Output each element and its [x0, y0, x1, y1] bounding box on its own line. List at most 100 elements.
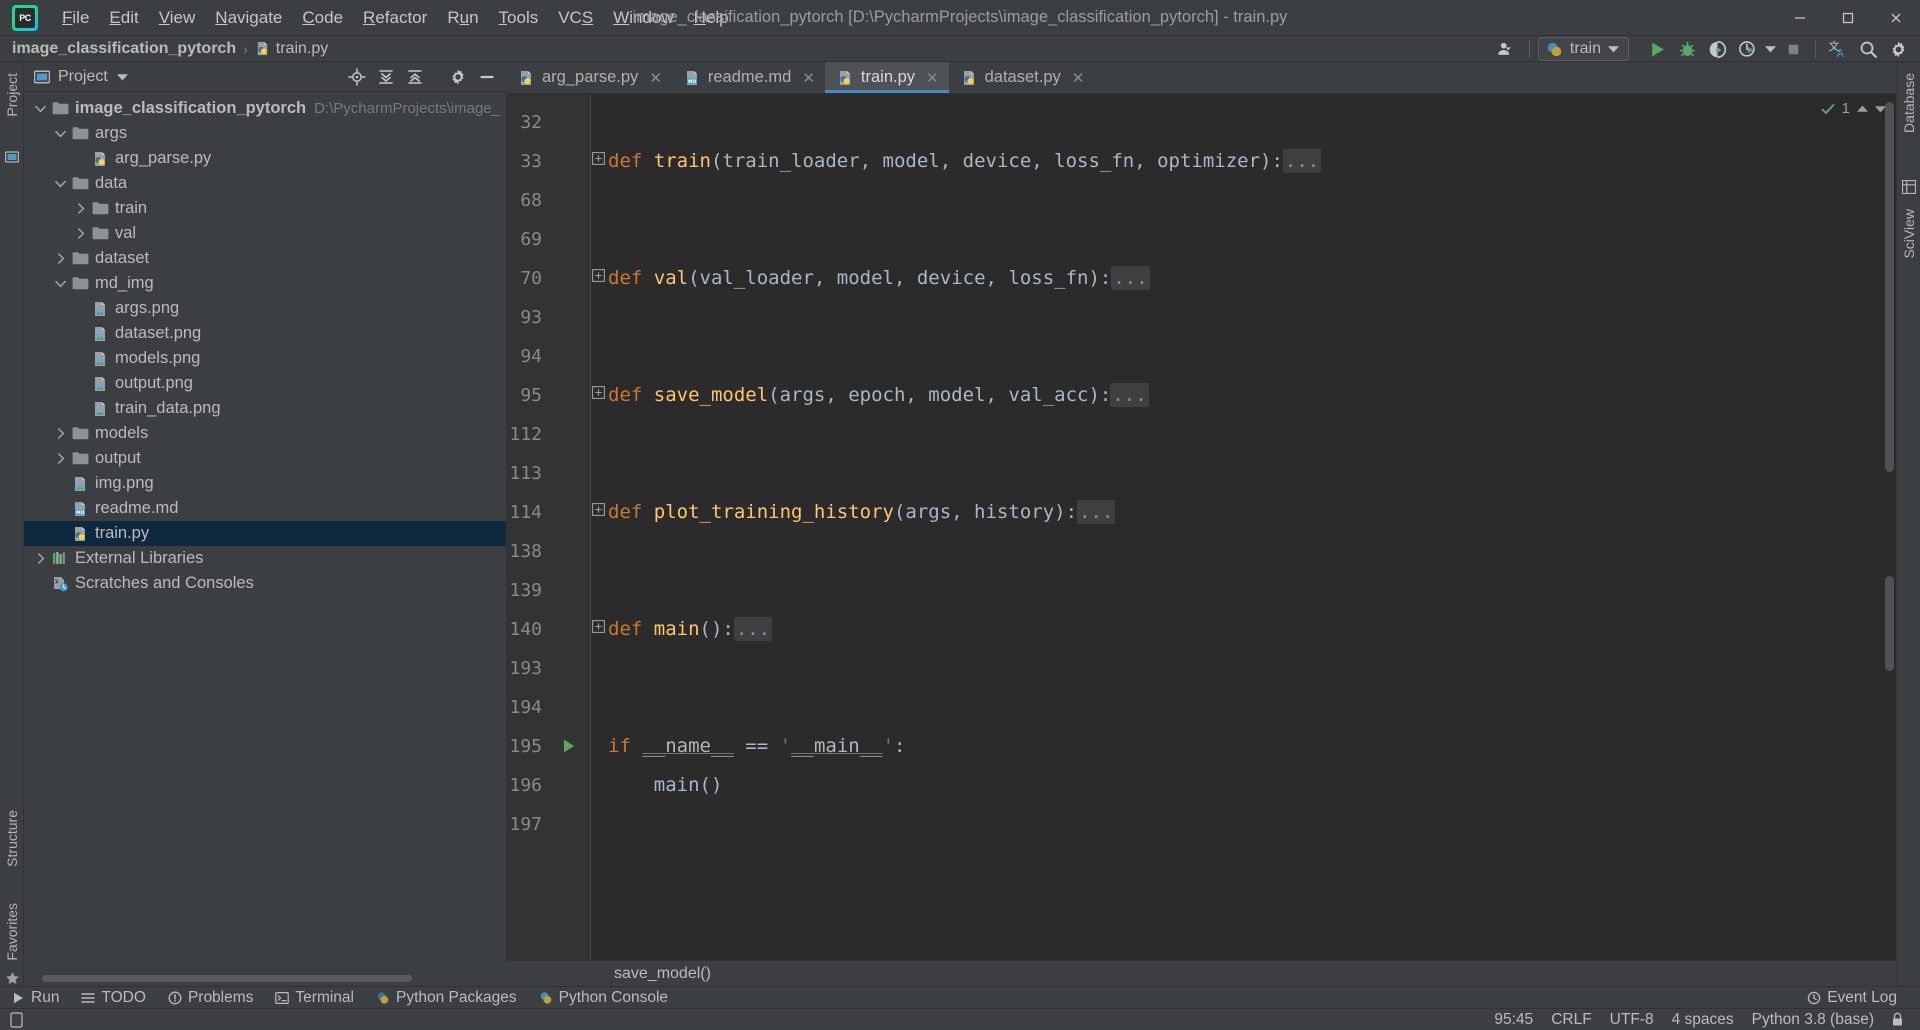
chevron-down-icon[interactable] [52, 180, 69, 188]
chevron-down-icon[interactable] [52, 280, 69, 288]
stripe-tab-project[interactable]: Project [0, 66, 24, 124]
chevron-right-icon[interactable] [72, 228, 89, 239]
fold-toggle-icon[interactable] [592, 503, 605, 516]
editor-tab-arg-parse-py[interactable]: arg_parse.py ✕ [506, 62, 672, 93]
tree-node-img-png[interactable]: img.png [24, 471, 506, 496]
stripe-tab-database[interactable]: Database [1897, 66, 1920, 140]
file-encoding[interactable]: UTF-8 [1601, 1009, 1663, 1030]
tree-node-dataset[interactable]: dataset [24, 246, 506, 271]
coverage-icon[interactable] [1703, 37, 1731, 61]
event-log-button[interactable]: Event Log [1796, 987, 1908, 1009]
project-tree[interactable]: image_classification_pytorch D:\PycharmPr… [24, 92, 506, 986]
tree-node-data[interactable]: data [24, 171, 506, 196]
maximize-button[interactable] [1824, 0, 1872, 36]
chevron-right-icon[interactable] [72, 203, 89, 214]
menu-tools[interactable]: Tools [489, 5, 549, 31]
menu-help[interactable]: Help [684, 5, 739, 31]
code-line[interactable]: def save_model(args, epoch, model, val_a… [608, 383, 1149, 407]
menu-run[interactable]: Run [437, 5, 488, 31]
code-line[interactable]: if __name__ == '__main__': [608, 737, 905, 756]
profile-icon[interactable] [1733, 37, 1761, 61]
project-horizontal-scrollbar[interactable] [24, 972, 506, 984]
editor-tab-train-py[interactable]: train.py ✕ [824, 62, 949, 93]
user-account-icon[interactable] [1493, 37, 1521, 61]
expand-all-icon[interactable] [373, 65, 399, 89]
menu-vcs[interactable]: VCS [548, 5, 603, 31]
menu-code[interactable]: Code [292, 5, 353, 31]
stripe-tab-sciview[interactable]: SciView [1897, 202, 1920, 266]
code-line[interactable]: main() [608, 776, 723, 795]
memory-indicator-icon[interactable] [0, 1009, 32, 1030]
tree-node-output[interactable]: output [24, 446, 506, 471]
tree-node-image-classification-pytorch[interactable]: image_classification_pytorch D:\PycharmPr… [24, 96, 506, 121]
locate-icon[interactable] [344, 65, 370, 89]
close-button[interactable] [1872, 0, 1920, 36]
debug-icon[interactable] [1673, 37, 1701, 61]
code-line[interactable]: def train(train_loader, model, device, l… [608, 149, 1322, 173]
profile-dropdown-icon[interactable] [1763, 37, 1777, 61]
run-configuration-selector[interactable]: train [1537, 37, 1629, 61]
editor-vertical-scrollbar[interactable] [1885, 96, 1894, 958]
gear-icon[interactable] [445, 65, 471, 89]
code-line[interactable]: def val(val_loader, model, device, loss_… [608, 266, 1150, 290]
tree-node-val[interactable]: val [24, 221, 506, 246]
code-editor[interactable]: 32 33 68 69 70 93 94 95 112 113 114 138 139 140 193 194… [506, 94, 1896, 960]
python-interpreter[interactable]: Python 3.8 (base) [1743, 1009, 1883, 1030]
caret-position[interactable]: 95:45 [1485, 1009, 1542, 1030]
stripe-tab-structure[interactable]: Structure [0, 803, 24, 874]
chevron-right-icon[interactable] [52, 453, 69, 464]
tree-node-train-data-png[interactable]: train_data.png [24, 396, 506, 421]
minimize-button[interactable] [1776, 0, 1824, 36]
editor-tab-dataset-py[interactable]: dataset.py ✕ [949, 62, 1095, 93]
tool-window-run[interactable]: Run [0, 987, 70, 1009]
tool-window-terminal[interactable]: Terminal [264, 987, 365, 1009]
menu-edit[interactable]: Edit [99, 5, 148, 31]
fold-toggle-icon[interactable] [592, 269, 605, 282]
tree-node-md-img[interactable]: md_img [24, 271, 506, 296]
fold-toggle-icon[interactable] [592, 152, 605, 165]
run-icon[interactable] [1643, 37, 1671, 61]
tree-node-models[interactable]: models [24, 421, 506, 446]
menu-view[interactable]: View [149, 5, 206, 31]
tree-node-arg-parse-py[interactable]: arg_parse.py [24, 146, 506, 171]
indent-setting[interactable]: 4 spaces [1663, 1009, 1743, 1030]
line-separator[interactable]: CRLF [1542, 1009, 1600, 1030]
settings-icon[interactable] [1884, 37, 1912, 61]
tree-node-models-png[interactable]: models.png [24, 346, 506, 371]
inspection-widget[interactable]: 1 [1821, 100, 1886, 117]
menu-window[interactable]: Window [603, 5, 683, 31]
tool-window-todo[interactable]: TODO [70, 987, 157, 1009]
tree-node-external-libraries[interactable]: External Libraries [24, 546, 506, 571]
breadcrumb-project[interactable]: image_classification_pytorch [12, 40, 236, 58]
search-everywhere-icon[interactable] [1854, 37, 1882, 61]
tree-node-output-png[interactable]: output.png [24, 371, 506, 396]
fold-toggle-icon[interactable] [592, 620, 605, 633]
editor-tab-readme-md[interactable]: MD readme.md ✕ [672, 62, 825, 93]
chevron-right-icon[interactable] [52, 428, 69, 439]
chevron-up-icon[interactable] [1857, 105, 1868, 113]
close-icon[interactable]: ✕ [926, 69, 939, 87]
chevron-down-icon[interactable] [116, 73, 128, 81]
fold-toggle-icon[interactable] [592, 386, 605, 399]
code-line[interactable]: def main():... [608, 617, 773, 641]
menu-navigate[interactable]: Navigate [205, 5, 292, 31]
tree-node-readme-md[interactable]: MD readme.md [24, 496, 506, 521]
chevron-right-icon[interactable] [32, 553, 49, 564]
close-icon[interactable]: ✕ [1072, 69, 1085, 87]
tree-node-scratches-and-consoles[interactable]: Scratches and Consoles [24, 571, 506, 596]
tree-node-args[interactable]: args [24, 121, 506, 146]
tree-node-dataset-png[interactable]: dataset.png [24, 321, 506, 346]
close-icon[interactable]: ✕ [649, 69, 662, 87]
editor-gutter[interactable]: 32 33 68 69 70 93 94 95 112 113 114 138 139 140 193 194… [506, 94, 590, 960]
tree-node-train[interactable]: train [24, 196, 506, 221]
menu-file[interactable]: File [52, 5, 99, 31]
menu-refactor[interactable]: Refactor [353, 5, 437, 31]
run-gutter-icon[interactable] [562, 738, 576, 754]
close-icon[interactable]: ✕ [802, 69, 815, 87]
chevron-right-icon[interactable] [52, 253, 69, 264]
breadcrumb-file[interactable]: train.py [255, 40, 328, 58]
lock-icon[interactable] [1883, 1009, 1912, 1030]
editor-breadcrumb[interactable]: save_model() [506, 960, 1896, 986]
tool-window-python-packages[interactable]: Python Packages [365, 987, 528, 1009]
tree-node-args-png[interactable]: args.png [24, 296, 506, 321]
